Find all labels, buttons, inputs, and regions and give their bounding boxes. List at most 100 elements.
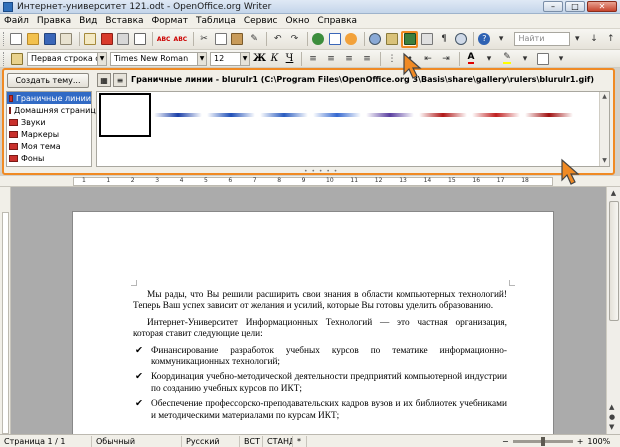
table-icon[interactable]: [327, 32, 342, 47]
theme-item-sounds[interactable]: Звуки: [7, 116, 91, 128]
gallery-icon[interactable]: [401, 30, 418, 48]
paragraph[interactable]: Интернет-Университет Информационных Техн…: [133, 318, 507, 341]
menu-help[interactable]: Справка: [317, 16, 357, 26]
undo-icon[interactable]: ↶: [270, 32, 285, 47]
highlighting-dropdown-icon[interactable]: ▾: [517, 51, 533, 66]
zoom-out-icon[interactable]: −: [502, 437, 509, 446]
find-previous-icon[interactable]: ↑: [603, 32, 618, 47]
hyperlink-icon[interactable]: [311, 32, 326, 47]
email-icon[interactable]: [59, 32, 74, 47]
format-paintbrush-icon[interactable]: ✎: [247, 32, 262, 47]
icon-view-button[interactable]: ▦: [97, 73, 111, 87]
chevron-down-icon[interactable]: ▼: [97, 52, 106, 65]
font-color-dropdown-icon[interactable]: ▾: [481, 51, 497, 66]
menu-tools[interactable]: Сервис: [244, 16, 278, 26]
find-replace-icon[interactable]: [368, 32, 383, 47]
rule-thumbnail[interactable]: [364, 93, 416, 137]
toolbar-options-icon[interactable]: ▾: [494, 32, 509, 47]
background-color-icon[interactable]: [535, 51, 551, 66]
font-color-icon[interactable]: A: [463, 51, 479, 66]
maximize-button[interactable]: □: [565, 1, 585, 12]
rule-thumbnail[interactable]: [311, 93, 363, 137]
help-icon[interactable]: ?: [477, 32, 492, 47]
theme-item-bullets[interactable]: Маркеры: [7, 128, 91, 140]
find-next-icon[interactable]: ↓: [587, 32, 602, 47]
close-button[interactable]: ✕: [587, 1, 617, 12]
zoom-slider[interactable]: [512, 436, 573, 446]
toolbar-options-icon[interactable]: ▾: [553, 51, 569, 66]
menu-table[interactable]: Таблица: [196, 16, 236, 26]
numbering-icon[interactable]: ⋮: [384, 51, 400, 66]
detailed-view-button[interactable]: ≡: [113, 73, 127, 87]
selection-mode-indicator[interactable]: СТАНД: [263, 435, 293, 447]
menu-window[interactable]: Окно: [286, 16, 310, 26]
scroll-up-icon[interactable]: ▲: [607, 187, 620, 199]
increase-indent-icon[interactable]: ⇥: [438, 51, 454, 66]
print-icon[interactable]: [116, 32, 131, 47]
page-indicator[interactable]: Страница 1 / 1: [0, 435, 92, 447]
rule-thumbnail[interactable]: [417, 93, 469, 137]
theme-item-homepage[interactable]: Домашняя страница: [7, 104, 101, 116]
previous-page-icon[interactable]: ▲: [609, 402, 615, 412]
paragraph[interactable]: Мы рады, что Вы решили расширить свои зн…: [133, 290, 507, 313]
find-input[interactable]: Найти: [514, 32, 570, 46]
autospellcheck-icon[interactable]: ABC: [173, 32, 188, 47]
justify-icon[interactable]: ≡: [359, 51, 375, 66]
save-icon[interactable]: [42, 32, 57, 47]
gallery-scrollbar[interactable]: ▲ ▼: [599, 92, 609, 166]
styles-formatting-icon[interactable]: [9, 51, 25, 66]
document-scrollbar[interactable]: ▲ ▲ ● ▼: [606, 187, 620, 434]
underline-button[interactable]: Ч: [283, 53, 296, 64]
scroll-down-icon[interactable]: ▼: [600, 156, 609, 166]
rule-thumbnail[interactable]: [258, 93, 310, 137]
next-page-icon[interactable]: ▼: [609, 422, 615, 432]
toolbar-grip[interactable]: [3, 32, 6, 46]
spellcheck-icon[interactable]: ABC: [156, 32, 171, 47]
zoom-in-icon[interactable]: +: [577, 437, 584, 446]
italic-button[interactable]: К: [268, 53, 281, 64]
rule-thumbnail[interactable]: [99, 93, 151, 137]
list-item[interactable]: ✔ Финансирование разработок учебных курс…: [133, 346, 507, 369]
menu-file[interactable]: Файл: [4, 16, 29, 26]
align-left-icon[interactable]: ≡: [305, 51, 321, 66]
menu-insert[interactable]: Вставка: [105, 16, 143, 26]
find-dropdown-icon[interactable]: ▾: [570, 32, 585, 47]
new-theme-button[interactable]: Создать тему...: [7, 73, 89, 88]
cut-icon[interactable]: ✂: [197, 32, 212, 47]
show-draw-functions-icon[interactable]: [344, 32, 359, 47]
export-pdf-icon[interactable]: [99, 32, 114, 47]
theme-item-border-lines[interactable]: Граничные линии: [7, 92, 91, 104]
theme-item-my-theme[interactable]: Моя тема: [7, 140, 91, 152]
chevron-down-icon[interactable]: ▼: [240, 52, 249, 65]
rule-thumbnail[interactable]: [205, 93, 257, 137]
list-item[interactable]: ✔ Обеспечение профессорско-преподаватель…: [133, 399, 507, 422]
data-sources-icon[interactable]: [420, 32, 435, 47]
align-right-icon[interactable]: ≡: [341, 51, 357, 66]
minimize-button[interactable]: –: [543, 1, 563, 12]
document-body[interactable]: Мы рады, что Вы решили расширить свои зн…: [133, 290, 507, 426]
bold-button[interactable]: Ж: [253, 53, 266, 64]
new-document-icon[interactable]: [9, 32, 24, 47]
page-preview-icon[interactable]: [133, 32, 148, 47]
theme-item-backgrounds[interactable]: Фоны: [7, 152, 91, 164]
insert-mode-indicator[interactable]: ВСТ: [240, 435, 263, 447]
navigation-icon[interactable]: ●: [609, 412, 615, 422]
menu-format[interactable]: Формат: [152, 16, 189, 26]
page-style-indicator[interactable]: Обычный: [92, 435, 182, 447]
edit-file-icon[interactable]: [83, 32, 98, 47]
zoom-knob[interactable]: [540, 436, 545, 446]
highlighting-icon[interactable]: ✎: [499, 51, 515, 66]
menu-edit[interactable]: Правка: [37, 16, 71, 26]
language-indicator[interactable]: Русский: [182, 435, 240, 447]
scroll-up-icon[interactable]: ▲: [600, 92, 609, 102]
menu-view[interactable]: Вид: [79, 16, 97, 26]
font-size-select[interactable]: 12 ▼: [210, 51, 250, 66]
ruler-track[interactable]: [73, 177, 553, 186]
copy-icon[interactable]: [213, 32, 228, 47]
gallery-resize-handle[interactable]: • • • • •: [304, 168, 338, 175]
open-folder-icon[interactable]: [26, 32, 41, 47]
document-page[interactable]: Мы рады, что Вы решили расширить свои зн…: [72, 211, 554, 441]
list-item[interactable]: ✔ Координация учебно-методической деятел…: [133, 372, 507, 395]
chevron-down-icon[interactable]: ▼: [197, 52, 206, 65]
paragraph-style-select[interactable]: Первая строка с отст ▼: [27, 51, 107, 66]
